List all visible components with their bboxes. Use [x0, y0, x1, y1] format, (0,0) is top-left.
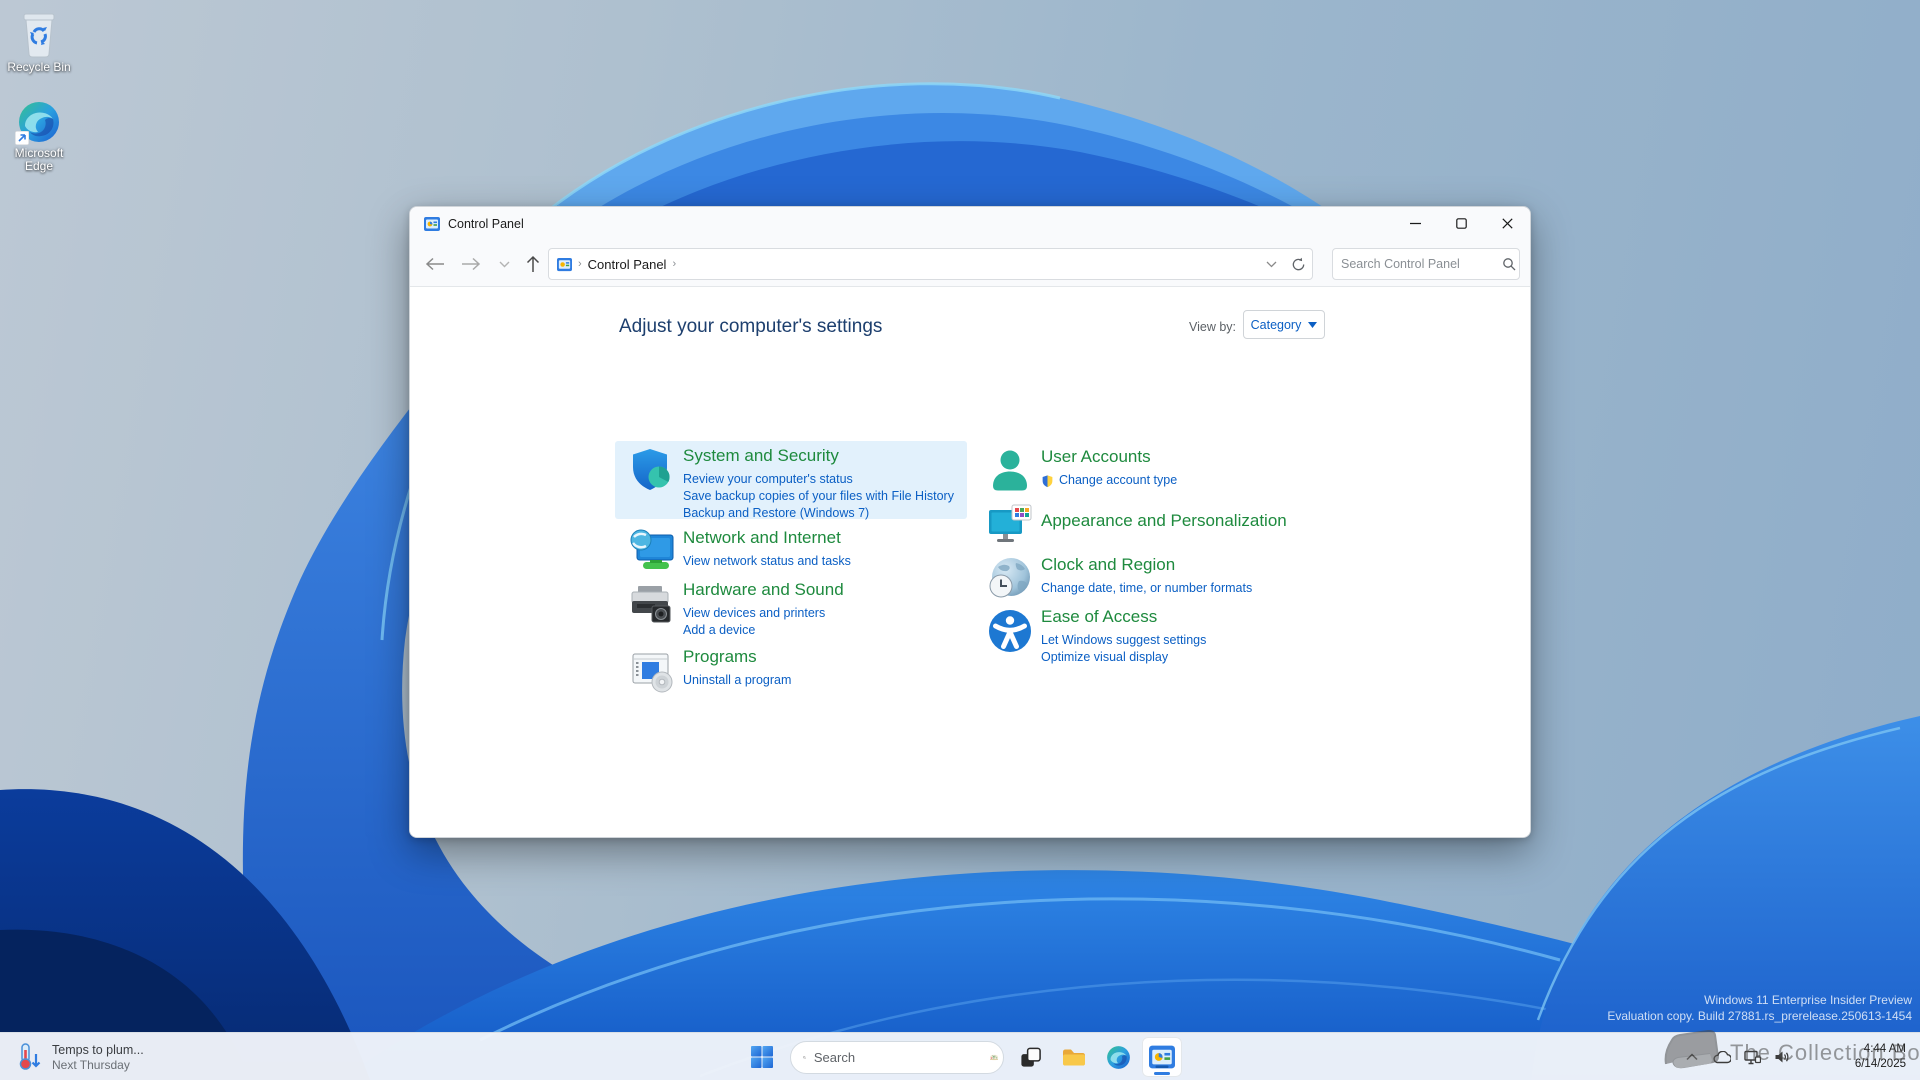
taskbar-clock[interactable]: 4:44 AM 6/14/2025: [1851, 1033, 1910, 1080]
network-internet-icon: [628, 528, 676, 576]
task-link[interactable]: View devices and printers: [683, 605, 844, 622]
category-heading[interactable]: User Accounts: [1041, 447, 1177, 467]
onedrive-cloud-icon[interactable]: [1710, 1045, 1734, 1069]
taskbar-search-input[interactable]: [813, 1050, 990, 1065]
ease-of-access-icon: [986, 607, 1034, 655]
task-link[interactable]: Uninstall a program: [683, 672, 791, 689]
task-link[interactable]: Review your computer's status: [683, 471, 954, 488]
minimize-button[interactable]: [1392, 207, 1438, 240]
page-title: Adjust your computer's settings: [619, 316, 883, 337]
taskbar: Temps to plum... Next Thursday Search 4:…: [0, 1032, 1920, 1080]
evaluation-watermark-line1: Windows 11 Enterprise Insider Preview: [1704, 993, 1912, 1007]
search-icon[interactable]: [1502, 257, 1516, 271]
forward-button[interactable]: [456, 249, 486, 279]
taskbar-search[interactable]: [790, 1041, 1004, 1074]
evaluation-watermark: Windows 11 Enterprise Insider Preview Ev…: [1607, 992, 1912, 1024]
clock-time: 4:44 AM: [1863, 1043, 1906, 1055]
active-app-indicator: [1154, 1072, 1170, 1075]
recycle-bin-icon: [0, 10, 78, 58]
widget-headline: Temps to plum...: [52, 1042, 144, 1057]
uac-shield-icon: [1042, 474, 1053, 487]
programs-icon: [628, 647, 676, 695]
control-panel-search: [1332, 248, 1520, 280]
control-panel-icon: [1149, 1045, 1175, 1069]
system-tray: [1680, 1033, 1794, 1080]
task-link[interactable]: Save backup copies of your files with Fi…: [683, 488, 954, 505]
refresh-icon[interactable]: [1291, 257, 1306, 272]
breadcrumb-chevron-icon: ›: [578, 258, 582, 270]
window-header: Control Panel › Control Panel › Search C…: [410, 207, 1530, 287]
appearance-icon: [986, 501, 1034, 549]
chevron-down-icon: [1308, 321, 1318, 328]
titlebar: Control Panel: [410, 207, 1530, 241]
edge-icon: [1106, 1045, 1130, 1069]
task-view-button[interactable]: [1010, 1037, 1050, 1077]
start-button[interactable]: [742, 1037, 782, 1077]
task-link[interactable]: Backup and Restore (Windows 7): [683, 505, 954, 522]
weather-temperature-icon: [19, 1043, 41, 1070]
desktop-icon-label: Microsoft Edge: [14, 146, 64, 173]
control-panel-taskbar-button[interactable]: [1142, 1037, 1182, 1077]
view-by-dropdown[interactable]: Category: [1243, 310, 1325, 339]
speaker-volume-icon[interactable]: [1770, 1045, 1794, 1069]
close-button[interactable]: [1484, 207, 1530, 240]
task-link[interactable]: Add a device: [683, 622, 844, 639]
task-view-icon: [1020, 1047, 1041, 1067]
clock-region-icon: [986, 555, 1034, 603]
category-heading[interactable]: Programs: [683, 647, 791, 667]
desktop: Recycle Bin Microsoft Edge Windows 11 En…: [0, 0, 1920, 1080]
shortcut-arrow-icon: [15, 131, 29, 145]
address-bar[interactable]: › Control Panel ›: [548, 248, 1313, 280]
navigation-toolbar: › Control Panel ›: [410, 241, 1530, 287]
desktop-icon-label: Recycle Bin: [7, 60, 71, 74]
control-panel-window: Control Panel › Control Panel › Search C…: [409, 206, 1531, 838]
widgets-button[interactable]: Temps to plum... Next Thursday: [6, 1036, 154, 1078]
window-body: Adjust your computer's settings View by:…: [410, 288, 1530, 837]
breadcrumb-chevron-icon: ›: [672, 258, 677, 270]
widget-subtext: Next Thursday: [52, 1057, 130, 1072]
back-button[interactable]: [420, 249, 450, 279]
desktop-icon-microsoft-edge[interactable]: Microsoft Edge: [0, 100, 78, 173]
control-panel-app-icon: [424, 216, 440, 232]
evaluation-watermark-line2: Evaluation copy. Build 27881.rs_prerelea…: [1607, 1009, 1912, 1023]
window-title: Control Panel: [448, 217, 524, 231]
edge-taskbar-button[interactable]: [1098, 1037, 1138, 1077]
up-button[interactable]: [518, 249, 548, 279]
user-accounts-icon: [986, 447, 1034, 495]
category-heading[interactable]: Ease of Access: [1041, 607, 1206, 627]
search-icon: [803, 1056, 806, 1059]
category-heading[interactable]: Appearance and Personalization: [1041, 511, 1287, 531]
task-link-label: Change account type: [1059, 473, 1178, 487]
task-link[interactable]: Let Windows suggest settings: [1041, 632, 1206, 649]
task-link[interactable]: Optimize visual display: [1041, 649, 1206, 666]
task-link[interactable]: View network status and tasks: [683, 553, 851, 570]
category-heading[interactable]: Clock and Region: [1041, 555, 1252, 575]
category-heading[interactable]: Hardware and Sound: [683, 580, 844, 600]
breadcrumb-control-panel-icon: [557, 257, 572, 272]
task-link[interactable]: Change date, time, or number formats: [1041, 580, 1252, 597]
task-link[interactable]: Change account type: [1041, 472, 1177, 489]
search-input[interactable]: [1341, 257, 1502, 271]
desktop-icon-recycle-bin[interactable]: Recycle Bin: [0, 10, 78, 74]
category-heading[interactable]: Network and Internet: [683, 528, 851, 548]
file-explorer-icon: [1063, 1049, 1085, 1066]
network-ethernet-icon[interactable]: [1740, 1045, 1764, 1069]
file-explorer-button[interactable]: [1054, 1037, 1094, 1077]
tray-chevron-up-icon[interactable]: [1680, 1045, 1704, 1069]
view-by-value: Category: [1250, 317, 1302, 332]
maximize-button[interactable]: [1438, 207, 1484, 240]
edge-icon: [15, 100, 61, 145]
search-highlight-image: [989, 1054, 998, 1061]
address-dropdown-icon[interactable]: [1266, 261, 1277, 268]
clock-date: 6/14/2025: [1854, 1058, 1906, 1070]
hardware-sound-icon: [628, 580, 676, 628]
recent-locations-button[interactable]: [492, 249, 516, 279]
breadcrumb-root[interactable]: Control Panel: [588, 257, 667, 272]
view-by-label: View by:: [1189, 320, 1237, 334]
system-security-icon: [628, 446, 676, 494]
category-heading[interactable]: System and Security: [683, 446, 954, 466]
windows-logo-icon: [751, 1046, 773, 1068]
